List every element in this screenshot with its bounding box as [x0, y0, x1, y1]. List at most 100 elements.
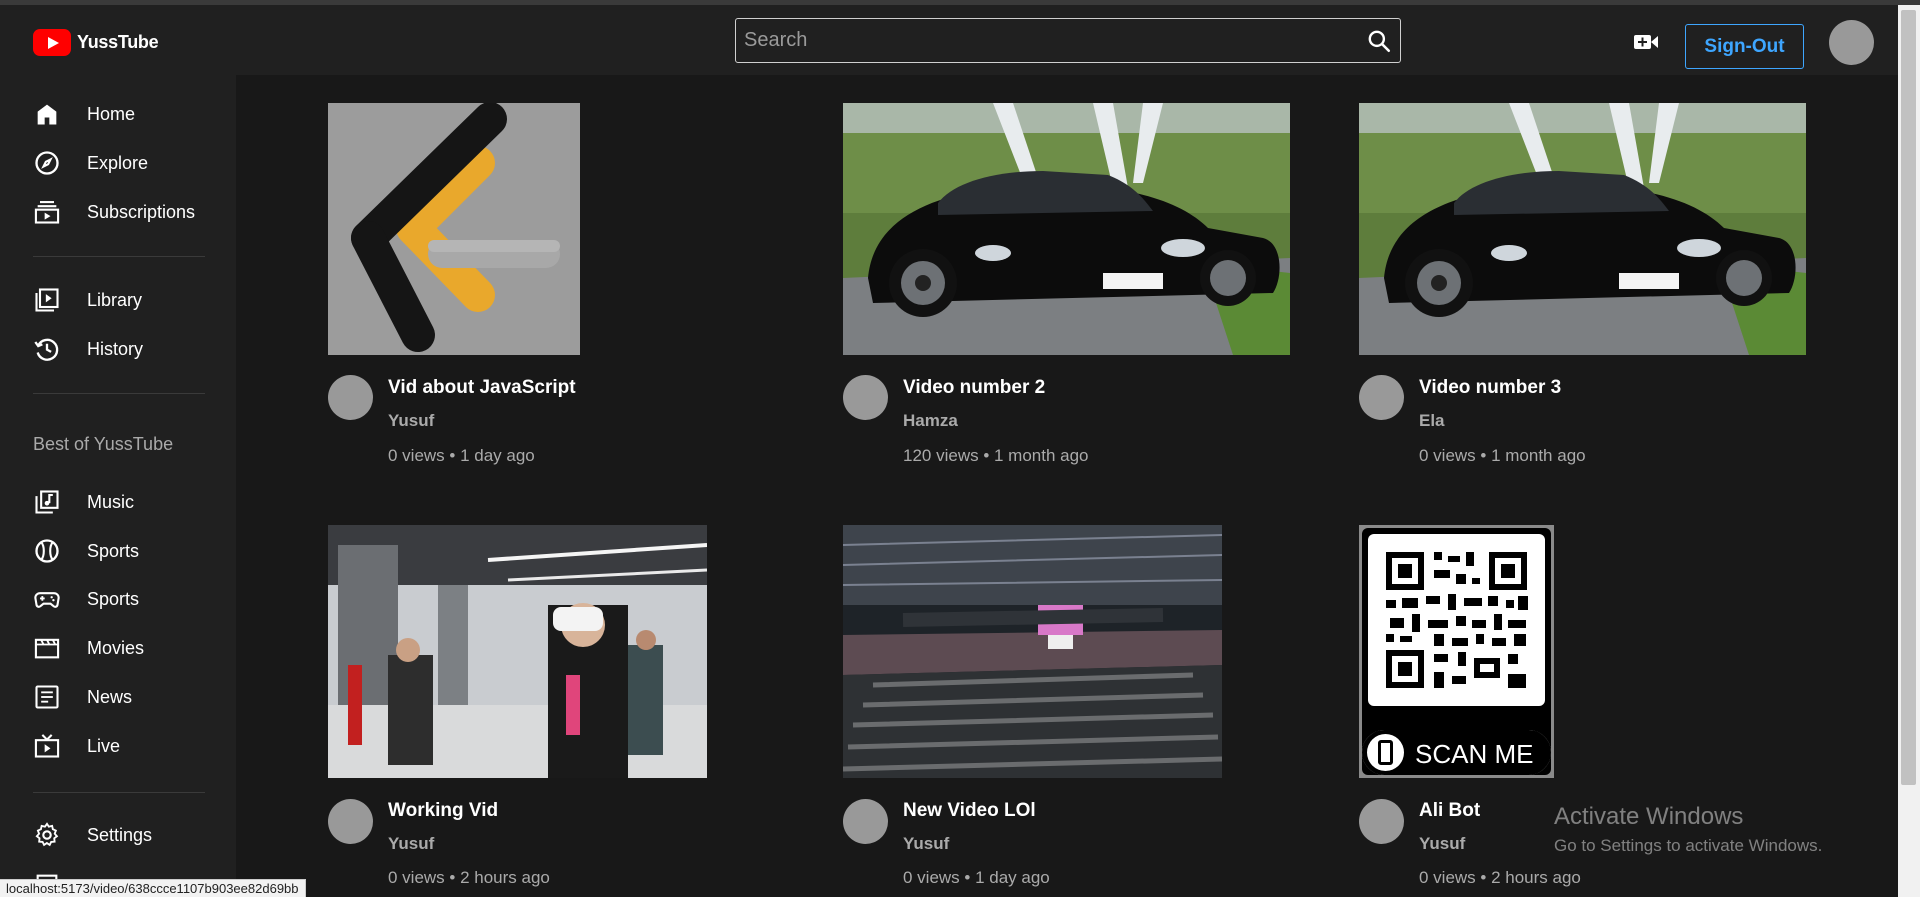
channel-name[interactable]: Yusuf: [388, 411, 434, 431]
channel-name[interactable]: Yusuf: [388, 834, 434, 854]
sidebar-item-label: Music: [87, 491, 135, 512]
js-logo-image: [351, 103, 560, 352]
search-icon[interactable]: [1366, 28, 1392, 54]
sidebar-item-explore[interactable]: Explore: [33, 148, 148, 178]
video-thumbnail-car[interactable]: [843, 103, 1290, 355]
history-icon: [34, 338, 59, 361]
app-logo[interactable]: YussTube: [33, 29, 159, 56]
windows-watermark-title: Activate Windows: [1554, 803, 1744, 830]
sports-icon: [35, 539, 59, 563]
phone-icon: [1367, 734, 1404, 771]
video-meta: 0 views • 2 hours ago: [388, 868, 550, 887]
sidebar-item-gaming[interactable]: Sports: [33, 584, 139, 614]
qr-code-image: [1368, 534, 1545, 706]
video-upload-icon[interactable]: [1633, 31, 1659, 53]
sidebar-item-subscriptions[interactable]: Subscriptions: [33, 197, 195, 227]
video-thumbnail-car[interactable]: [1359, 103, 1806, 355]
sidebar-item-label: Home: [87, 103, 136, 124]
sidebar-divider: [33, 393, 205, 394]
vr-expo-image: [328, 525, 707, 778]
video-meta: 0 views • 1 day ago: [388, 446, 535, 465]
video-title[interactable]: Video number 2: [903, 377, 1045, 399]
sidebar-item-label: Explore: [87, 152, 149, 173]
channel-avatar[interactable]: [328, 375, 373, 420]
sidebar-item-label: News: [87, 686, 133, 707]
user-avatar[interactable]: [1829, 20, 1874, 65]
sidebar-item-label: Live: [87, 735, 121, 756]
video-card[interactable]: [843, 525, 1222, 778]
scan-me-banner: SCAN ME: [1362, 730, 1551, 775]
channel-avatar[interactable]: [843, 375, 888, 420]
status-bar-url: localhost:5173/video/638ccce1107b903ee82…: [0, 879, 306, 897]
sidebar-item-settings[interactable]: Settings: [33, 820, 152, 850]
video-thumbnail-arena[interactable]: [843, 525, 1222, 778]
arena-image: [843, 525, 1222, 778]
top-header: YussTube Sign-Out: [0, 5, 1898, 75]
video-title[interactable]: Working Vid: [388, 800, 498, 822]
video-meta: 0 views • 1 month ago: [1419, 446, 1586, 465]
sidebar-item-home[interactable]: Home: [33, 99, 135, 129]
movies-icon: [34, 638, 60, 659]
video-title[interactable]: Vid about JavaScript: [388, 377, 576, 399]
sidebar-section-title: Best of YussTube: [33, 434, 174, 454]
sidebar-item-movies[interactable]: Movies: [33, 633, 144, 663]
sidebar-item-live[interactable]: Live: [33, 731, 120, 761]
news-icon: [35, 685, 59, 709]
sidebar-item-library[interactable]: Library: [33, 285, 142, 315]
music-icon: [35, 490, 59, 514]
windows-watermark-subtitle: Go to Settings to activate Windows.: [1554, 836, 1823, 855]
sidebar-item-label: Movies: [87, 637, 145, 658]
sidebar-divider: [33, 792, 205, 793]
qr-card: SCAN ME: [1362, 528, 1551, 775]
video-title[interactable]: New Video LOl: [903, 800, 1036, 822]
sidebar-item-label: History: [87, 338, 144, 359]
subscriptions-icon: [34, 201, 60, 224]
sidebar-item-label: Settings: [87, 824, 153, 845]
sidebar-item-history[interactable]: History: [33, 334, 143, 364]
live-icon: [34, 734, 60, 758]
video-thumbnail-qr[interactable]: SCAN ME: [1359, 525, 1554, 778]
video-thumbnail-vr-expo[interactable]: [328, 525, 707, 778]
qr-pattern: [1386, 552, 1528, 688]
sidebar-item-label: Sports: [87, 540, 140, 561]
channel-name[interactable]: Hamza: [903, 411, 958, 431]
channel-avatar[interactable]: [843, 799, 888, 844]
sidebar-item-news[interactable]: News: [33, 682, 132, 712]
channel-avatar[interactable]: [1359, 799, 1404, 844]
play-logo-icon: [33, 29, 71, 56]
gamepad-icon: [34, 592, 60, 608]
search-input[interactable]: [744, 29, 1366, 52]
channel-name[interactable]: Yusuf: [903, 834, 949, 854]
scrollbar-thumb[interactable]: [1901, 10, 1916, 785]
sidebar-item-sports[interactable]: Sports: [33, 536, 139, 566]
video-meta: 0 views • 1 day ago: [903, 868, 1050, 887]
video-card[interactable]: [843, 103, 1290, 355]
video-title[interactable]: Video number 3: [1419, 377, 1561, 399]
video-title[interactable]: Ali Bot: [1419, 800, 1480, 822]
sidebar-item-music[interactable]: Music: [33, 487, 134, 517]
scan-me-text: SCAN ME: [1415, 739, 1534, 769]
sidebar-item-label: Sports: [87, 588, 140, 609]
search-bar: [735, 18, 1401, 63]
video-card[interactable]: [328, 525, 707, 778]
app-name: YussTube: [77, 32, 159, 52]
sidebar-item-label: Subscriptions: [87, 201, 196, 222]
video-card[interactable]: SCAN ME: [1359, 525, 1554, 778]
video-meta: 0 views • 2 hours ago: [1419, 868, 1581, 887]
library-icon: [35, 288, 59, 312]
sidebar: Home Explore Subscriptions Library Histo…: [0, 75, 236, 897]
video-card[interactable]: [1359, 103, 1806, 355]
sidebar-divider: [33, 256, 205, 257]
sidebar-item-label: Library: [87, 289, 143, 310]
car-image: [1359, 103, 1806, 355]
home-icon: [37, 104, 57, 125]
channel-avatar[interactable]: [1359, 375, 1404, 420]
car-image: [843, 103, 1290, 355]
channel-name[interactable]: Ela: [1419, 411, 1445, 431]
video-thumbnail-js-logo[interactable]: [328, 103, 580, 355]
video-card[interactable]: [328, 103, 580, 355]
sign-out-button[interactable]: Sign-Out: [1685, 24, 1804, 69]
channel-name[interactable]: Yusuf: [1419, 834, 1465, 854]
explore-icon: [35, 151, 59, 175]
channel-avatar[interactable]: [328, 799, 373, 844]
